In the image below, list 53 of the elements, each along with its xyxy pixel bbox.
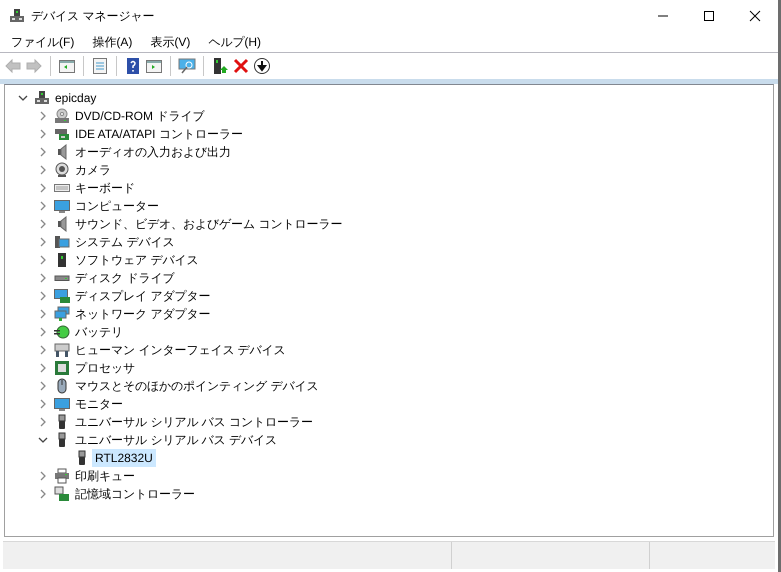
- tree-item[interactable]: RTL2832U: [92, 449, 156, 467]
- tree-item[interactable]: システム デバイス: [72, 233, 178, 251]
- menu-item[interactable]: 操作(A): [86, 33, 138, 51]
- tree-item[interactable]: epicday: [52, 89, 100, 107]
- tree-item[interactable]: ソフトウェア デバイス: [72, 251, 202, 269]
- battery-plug-icon: [54, 324, 70, 340]
- tree-item[interactable]: オーディオの入力および出力: [72, 143, 234, 161]
- processor-icon: [54, 360, 70, 376]
- tree-item[interactable]: バッテリ: [72, 323, 126, 341]
- tree-item[interactable]: 印刷キュー: [72, 467, 138, 485]
- window-title: デバイス マネージャー: [31, 8, 154, 25]
- tree-item[interactable]: モニター: [72, 395, 126, 413]
- tree-item[interactable]: ディスプレイ アダプター: [72, 287, 214, 305]
- monitor-magnifier-icon[interactable]: [178, 57, 196, 75]
- computer-icon: [34, 90, 50, 106]
- panel-icon[interactable]: [58, 57, 76, 75]
- webcam-icon: [54, 162, 70, 178]
- menu-item[interactable]: ファイル(F): [5, 33, 80, 51]
- monitor-icon: [54, 198, 70, 214]
- disc-drive-icon: [54, 108, 70, 124]
- tree-item[interactable]: サウンド、ビデオ、およびゲーム コントローラー: [72, 215, 346, 233]
- tree-item[interactable]: マウスとそのほかのポインティング デバイス: [72, 377, 322, 395]
- disk-drive-icon: [54, 275, 70, 281]
- tree-item[interactable]: ネットワーク アダプター: [72, 305, 214, 323]
- controller-card-icon: [54, 126, 70, 142]
- tree-item[interactable]: キーボード: [72, 179, 138, 197]
- monitor-icon: [54, 396, 70, 412]
- back-arrow-icon[interactable]: [4, 57, 22, 75]
- tree-item[interactable]: ユニバーサル シリアル バス コントローラー: [72, 413, 316, 431]
- menu-item[interactable]: 表示(V): [144, 33, 196, 51]
- tree-item[interactable]: コンピューター: [72, 197, 162, 215]
- panel-icon[interactable]: [145, 57, 163, 75]
- menu-item[interactable]: ヘルプ(H): [202, 33, 267, 51]
- input-device-icon: [54, 342, 70, 358]
- tree-item[interactable]: カメラ: [72, 161, 114, 179]
- help-icon[interactable]: [124, 57, 142, 75]
- tree-item[interactable]: 記憶域コントローラー: [72, 485, 198, 503]
- tree-item[interactable]: DVD/CD-ROM ドライブ: [72, 107, 208, 125]
- system-icon: [54, 234, 70, 250]
- display-adapter-icon: [54, 288, 70, 304]
- tree-item[interactable]: ヒューマン インターフェイス デバイス: [72, 341, 289, 359]
- tree-item[interactable]: ユニバーサル シリアル バス デバイス: [72, 431, 280, 449]
- forward-arrow-icon[interactable]: [25, 57, 43, 75]
- x-mark-icon[interactable]: [232, 57, 250, 75]
- network-icon: [54, 306, 70, 322]
- tree-item[interactable]: プロセッサ: [72, 359, 138, 377]
- computer-icon: [9, 8, 25, 24]
- device-update-icon[interactable]: [211, 57, 229, 75]
- tree-item[interactable]: ディスク ドライブ: [72, 269, 178, 287]
- tree-item[interactable]: IDE ATA/ATAPI コントローラー: [72, 125, 246, 143]
- storage-controller-icon: [54, 486, 70, 502]
- printer-icon: [54, 468, 70, 484]
- properties-icon[interactable]: [91, 57, 109, 75]
